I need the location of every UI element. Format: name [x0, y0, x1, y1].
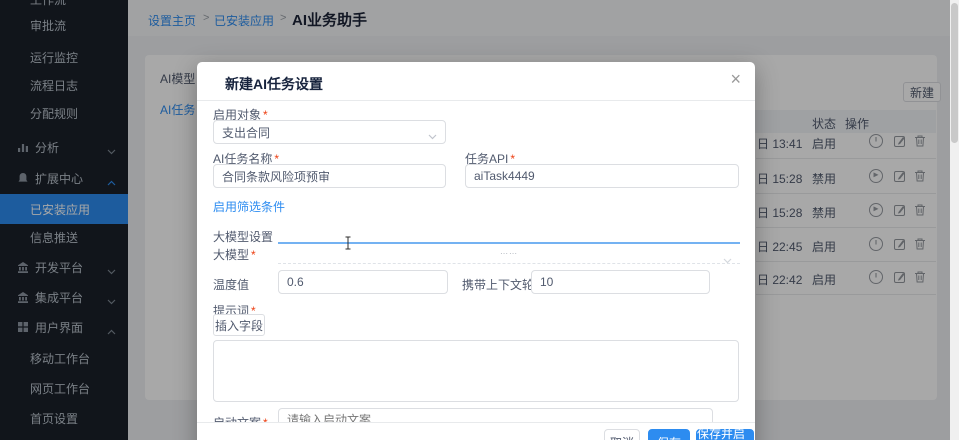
page-scrollbar[interactable] [950, 0, 959, 440]
close-icon[interactable]: × [730, 70, 741, 88]
chevron-down-icon [428, 129, 437, 143]
model-section-label: 大模型设置 [213, 228, 273, 245]
temperature-input[interactable] [278, 270, 448, 294]
context-rounds-input[interactable] [531, 270, 710, 294]
modal-title: 新建AI任务设置 [225, 74, 323, 94]
chevron-down-icon [723, 251, 732, 269]
modal-header-divider [197, 100, 755, 101]
enable-filter-link[interactable]: 启用筛选条件 [213, 198, 285, 215]
new-ai-task-modal: 新建AI任务设置 × 启用对象* 支出合同 AI任务名称* 任务API* 启用筛… [197, 62, 755, 440]
required-asterisk: * [251, 248, 256, 262]
prompt-textarea[interactable] [213, 340, 739, 402]
temperature-label: 温度值 [213, 276, 249, 293]
app-screen: 工作流 审批流 运行监控 流程日志 分配规则 分析 扩展中心 [0, 0, 959, 440]
cancel-button[interactable]: 取消 [604, 429, 640, 440]
task-name-input[interactable] [213, 164, 446, 188]
save-and-enable-button[interactable]: 保存并启用 [696, 429, 754, 440]
text-cursor-icon [344, 236, 352, 255]
task-api-input[interactable] [465, 164, 739, 188]
modal-footer: 取消 保存 保存并启用 [197, 422, 755, 440]
insert-field-button[interactable]: 插入字段 [213, 314, 265, 336]
save-button[interactable]: 保存 [648, 429, 690, 440]
model-label: 大模型* [213, 246, 256, 263]
scrollbar-thumb[interactable] [951, 3, 958, 143]
enable-target-select[interactable]: 支出合同 [213, 120, 446, 144]
